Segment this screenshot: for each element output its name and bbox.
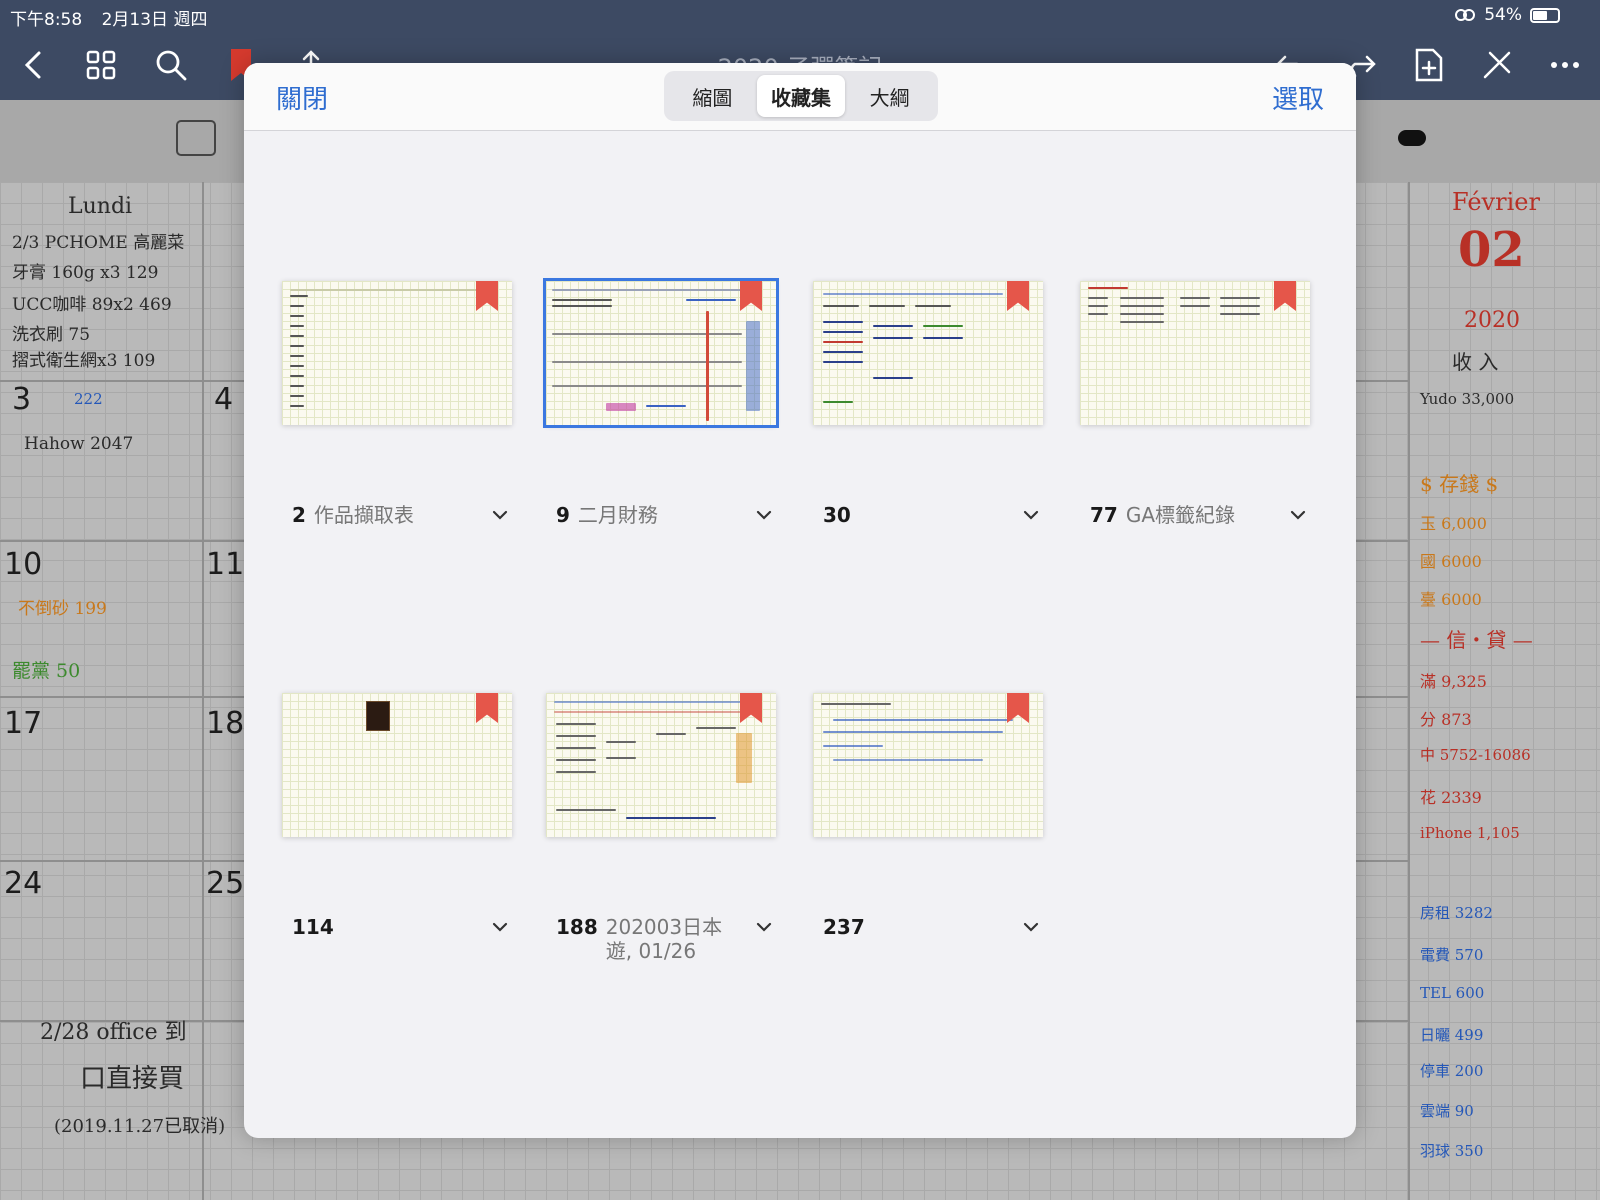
month-number: 02 [1458,222,1525,278]
page-thumbnail[interactable] [813,281,1043,425]
entry: 2/3 PCHOME 高麗菜 [12,233,185,253]
right-note: 羽球 350 [1420,1142,1484,1160]
year: 2020 [1464,308,1520,333]
battery-icon [1530,7,1560,23]
grid-icon[interactable] [80,44,122,86]
bookmark-title: 202003日本遊, 01/26 [605,915,723,963]
day-number: 4 [214,382,234,417]
page-number: 77 [1090,503,1118,527]
bookmark-title: GA標籤紀錄 [1125,503,1236,527]
day-number: 17 [4,706,43,741]
right-note: 電費 570 [1420,946,1484,964]
entry: 不倒砂 199 [18,599,107,619]
page-thumbnail[interactable] [1080,281,1310,425]
chevron-down-icon[interactable] [1021,917,1041,937]
status-time: 下午8:58 [10,10,83,30]
right-note: 收 入 [1452,350,1499,374]
bookmark-ribbon-icon [1007,281,1029,311]
lundi-header: Lundi [68,194,133,219]
day-number: 18 [206,706,245,741]
status-bar: 下午8:58 2月13日 週四 54% [0,0,1600,30]
entry: Hahow 2047 [24,434,134,454]
right-note: 分 873 [1420,710,1472,729]
day-number: 24 [4,866,43,901]
page-number: 114 [292,915,334,939]
page-number: 9 [556,503,570,527]
bookmark-ribbon-icon [1274,281,1296,311]
page-number: 30 [823,503,851,527]
sidebar-toggle-icon[interactable] [176,120,216,156]
bookmark-ribbon-icon [476,281,498,311]
day-number: 3 [12,382,32,417]
right-note: TEL 600 [1420,984,1485,1002]
battery-percent: 54% [1484,5,1522,25]
right-note: 花 2339 [1420,788,1482,807]
entry: 罷黨 50 [12,660,81,682]
tab-outline[interactable]: 大綱 [845,75,934,117]
bookmark-ribbon-icon [740,693,762,723]
entry: 洗衣刷 75 [12,325,91,345]
page-number: 188 [556,915,598,939]
page-thumbnail[interactable] [282,693,512,837]
tab-favorites[interactable]: 收藏集 [756,75,846,117]
chevron-down-icon[interactable] [1021,505,1041,525]
bookmark-title: 二月財務 [577,503,658,527]
right-note: iPhone 1,105 [1420,824,1520,842]
page-number: 2 [292,503,306,527]
bookmark-ribbon-icon [476,693,498,723]
back-icon[interactable] [12,44,54,86]
page-browser-modal: 關閉 縮圖 收藏集 大綱 選取 2 作品擷取表 9 二月財務 30 77 GA標… [244,63,1356,1138]
page-thumbnail[interactable] [813,693,1043,837]
right-note: 房租 3282 [1420,904,1493,922]
add-page-icon[interactable] [1408,44,1450,86]
month-name: Février [1452,188,1540,216]
day-number: 11 [206,547,245,582]
tab-thumbnails[interactable]: 縮圖 [668,75,757,117]
select-button[interactable]: 選取 [1272,79,1324,116]
right-note: 停車 200 [1420,1062,1484,1080]
book-cover-icon [366,701,390,731]
entry: 摺式衛生網x3 109 [12,351,156,371]
tools-icon[interactable] [1476,44,1518,86]
right-note: Yudo 33,000 [1420,390,1515,408]
right-note: 中 5752-16086 [1420,746,1531,764]
more-icon[interactable] [1544,44,1586,86]
right-note: 國 6000 [1420,552,1482,571]
search-icon[interactable] [150,44,192,86]
pen-color-icon[interactable] [1398,130,1426,146]
right-note: 臺 6000 [1420,590,1482,609]
right-note: 滿 9,325 [1420,672,1487,691]
entry: (2019.11.27已取消) [54,1116,226,1137]
day-number: 10 [4,547,43,582]
right-note: 日曬 499 [1420,1026,1484,1044]
chevron-down-icon[interactable] [1288,505,1308,525]
chevron-down-icon[interactable] [754,917,774,937]
link-icon [1455,9,1476,21]
chevron-down-icon[interactable] [754,505,774,525]
chevron-down-icon[interactable] [490,505,510,525]
bookmark-ribbon-icon [1007,693,1029,723]
view-mode-segmented-control: 縮圖 收藏集 大綱 [664,71,938,121]
right-note: 雲端 90 [1420,1102,1474,1120]
day-number: 25 [206,866,245,901]
chevron-down-icon[interactable] [490,917,510,937]
entry: 2/28 office 到 [40,1020,187,1045]
bookmark-ribbon-icon [740,281,762,311]
entry: 口直接買 [80,1064,185,1094]
bookmark-title: 作品擷取表 [313,503,414,527]
entry: 牙膏 160g x3 129 [12,263,159,283]
right-note: 玉 6,000 [1420,514,1487,533]
entry: UCC咖啡 89x2 469 [12,295,172,315]
page-thumbnail[interactable] [282,281,512,425]
modal-header: 關閉 縮圖 收藏集 大綱 選取 [244,63,1356,131]
page-thumbnail-selected[interactable] [543,278,779,428]
right-note: — 信・貸 — [1420,628,1533,652]
page-number: 237 [823,915,865,939]
entry: 222 [74,390,103,408]
close-button[interactable]: 關閉 [276,79,328,116]
page-thumbnail[interactable] [546,693,776,837]
right-note: $ 存錢 $ [1420,472,1499,496]
status-date: 2月13日 週四 [101,10,208,30]
